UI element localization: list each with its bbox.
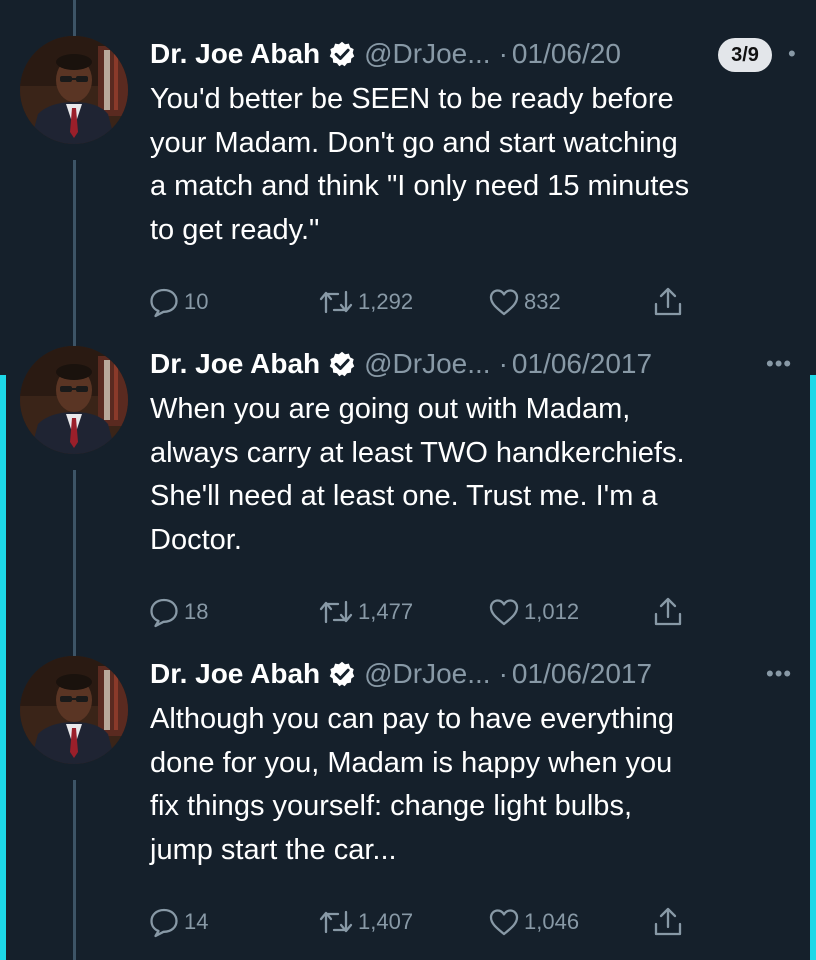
share-icon [652,906,684,938]
tweet-header: Dr. Joe Abah @DrJoe... · 01/06/20 [150,34,621,74]
share-button[interactable] [652,282,688,322]
more-icon[interactable]: ••• [766,654,792,694]
reply-count: 10 [184,289,209,314]
reply-button[interactable]: 14 [148,902,208,942]
reply-icon [148,906,180,938]
avatar[interactable] [20,346,128,454]
author-handle[interactable]: @DrJoe... [364,348,490,380]
like-button[interactable]: 832 [488,282,561,322]
tweet-text-line: You'd better be SEEN to be ready before [150,83,674,115]
like-count: 1,012 [524,599,580,624]
tweet-card[interactable]: Dr. Joe Abah @DrJoe... · 01/06/2017 ••• … [0,340,816,640]
reply-button[interactable]: 10 [148,282,208,322]
tweet-card[interactable]: Dr. Joe Abah @DrJoe... · 01/06/2017 ••• … [0,650,816,950]
retweet-button[interactable]: 1,292 [318,282,413,322]
tweet-text-line: When you are going out with Madam, [150,393,631,425]
separator-dot: · [498,658,508,689]
tweet-text-line: Doctor. [150,523,242,556]
tweet-date[interactable]: 01/06/2017 [512,348,652,380]
reply-icon [148,596,180,628]
tweet-text-line: fix things yourself: change light bulbs, [150,790,632,822]
more-icon[interactable]: • [788,34,797,74]
tweet-date[interactable]: 01/06/20 [512,38,621,70]
page-indicator-badge: 3/9 [718,38,772,72]
heart-icon [488,287,520,317]
retweet-icon [318,596,354,628]
retweet-button[interactable]: 1,407 [318,902,413,942]
tweet-text-line: done for you, Madam is happy when you [150,746,673,779]
author-name[interactable]: Dr. Joe Abah [150,38,320,70]
retweet-button[interactable]: 1,477 [318,592,413,632]
heart-icon [488,907,520,937]
separator-dot: · [498,348,508,379]
verified-icon [328,40,356,68]
reply-count: 18 [184,599,209,624]
retweet-count: 1,292 [358,289,414,314]
retweet-icon [318,906,354,938]
like-count: 832 [524,289,561,314]
like-count: 1,046 [524,909,580,934]
author-name[interactable]: Dr. Joe Abah [150,348,320,380]
avatar[interactable] [20,36,128,144]
share-icon [652,286,684,318]
tweet-header: Dr. Joe Abah @DrJoe... · 01/06/2017 [150,654,652,694]
tweet-text-line: always carry at least TWO handkerchiefs. [150,436,685,469]
reply-count: 14 [184,909,209,934]
avatar[interactable] [20,656,128,764]
tweet-text: You'd better be SEEN to be ready before … [150,78,800,252]
tweet-text-line: She'll need at least one. Trust me. I'm … [150,480,658,512]
share-button[interactable] [652,592,688,632]
tweet-text: Although you can pay to have everything … [150,698,800,872]
separator-dot: · [498,38,508,69]
tweet-actions: 10 1,292 832 [0,282,816,322]
tweet-card[interactable]: Dr. Joe Abah @DrJoe... · 01/06/20 • You'… [0,30,816,330]
like-button[interactable]: 1,046 [488,902,579,942]
author-name[interactable]: Dr. Joe Abah [150,658,320,690]
author-handle[interactable]: @DrJoe... [364,38,490,70]
tweet-text-line: Although you can pay to have everything [150,703,674,735]
tweet-text-line: jump start the car... [150,833,397,866]
like-button[interactable]: 1,012 [488,592,579,632]
retweet-count: 1,407 [358,909,414,934]
more-icon[interactable]: ••• [766,344,792,384]
share-icon [652,596,684,628]
tweet-actions: 18 1,477 1,012 [0,592,816,632]
tweet-text: When you are going out with Madam, alway… [150,388,800,562]
share-button[interactable] [652,902,688,942]
retweet-icon [318,286,354,318]
heart-icon [488,597,520,627]
reply-button[interactable]: 18 [148,592,208,632]
verified-icon [328,660,356,688]
author-handle[interactable]: @DrJoe... [364,658,490,690]
tweet-date[interactable]: 01/06/2017 [512,658,652,690]
tweet-text-line: to get ready." [150,213,320,246]
tweet-actions: 14 1,407 1,046 [0,902,816,942]
retweet-count: 1,477 [358,599,414,624]
reply-icon [148,286,180,318]
tweet-header: Dr. Joe Abah @DrJoe... · 01/06/2017 [150,344,652,384]
tweet-text-line: a match and think "I only need 15 minute… [150,170,690,202]
tweet-text-line: your Madam. Don't go and start watching [150,126,678,159]
verified-icon [328,350,356,378]
